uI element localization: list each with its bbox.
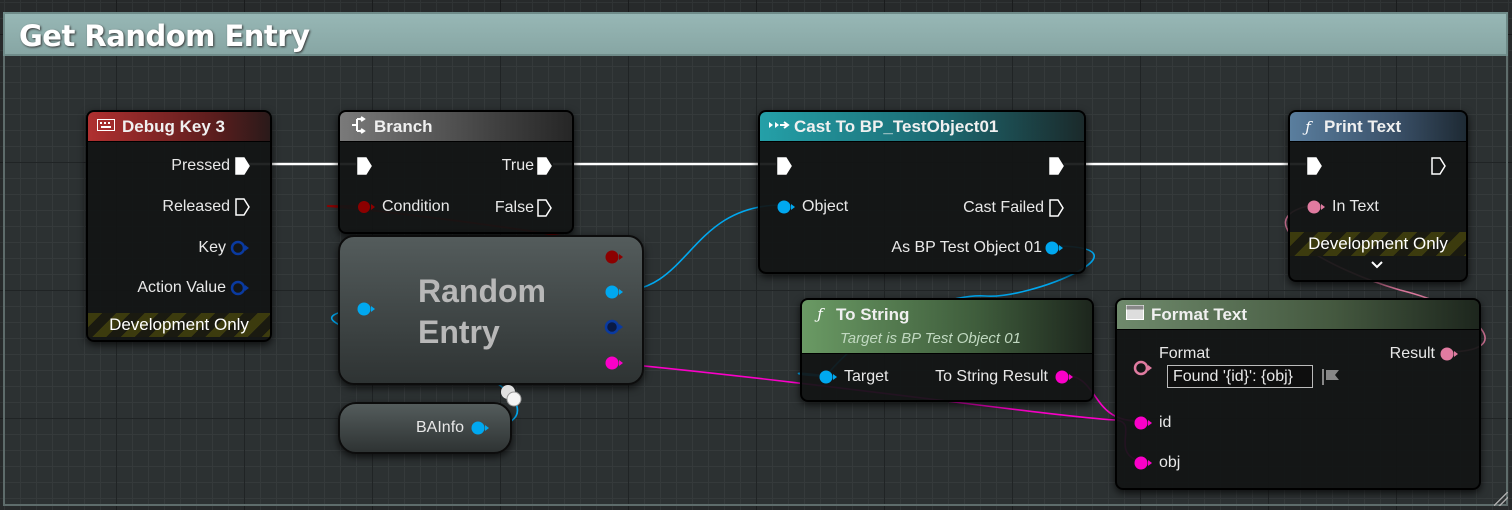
node-to-string-title: To String	[836, 305, 910, 324]
string-pin-id[interactable]	[1133, 415, 1153, 431]
node-random-entry-title: Random Entry	[418, 273, 546, 350]
pin-label-obj: obj	[1159, 454, 1181, 471]
node-cast-title: Cast To BP_TestObject01	[794, 116, 999, 136]
exec-pin-cast-out[interactable]	[1048, 157, 1064, 175]
node-to-string[interactable]: ƒ To String Target is BP Test Object 01 …	[800, 298, 1094, 402]
object-pin-random-out[interactable]	[604, 284, 624, 300]
exec-pin-false[interactable]	[536, 199, 552, 217]
cast-arrow-icon	[768, 118, 790, 135]
exec-pin-print-in[interactable]	[1306, 157, 1322, 175]
text-pin-format[interactable]	[1133, 360, 1155, 376]
pin-label-as-bp-test-object: As BP Test Object 01	[891, 239, 1042, 256]
pin-label-object: Object	[802, 198, 849, 215]
exec-pin-cast-in[interactable]	[776, 157, 792, 175]
node-branch-header[interactable]: Branch	[340, 112, 572, 142]
pin-label-to-string-result: To String Result	[935, 368, 1048, 385]
development-only-banner: Development Only	[1290, 232, 1466, 256]
pin-label-key: Key	[198, 239, 226, 256]
node-cast[interactable]: Cast To BP_TestObject01 Object Cast Fail…	[758, 110, 1086, 274]
string-pin-random-out[interactable]	[604, 355, 624, 371]
exec-pin-true[interactable]	[536, 157, 552, 175]
pin-label-id: id	[1159, 414, 1172, 431]
object-pin-as-bp-test-object[interactable]	[1044, 240, 1064, 256]
node-debug-key-title: Debug Key 3	[122, 116, 225, 136]
struct-pin-random-out[interactable]	[604, 319, 624, 335]
chevron-down-icon[interactable]	[1370, 260, 1384, 270]
struct-pin-action-value[interactable]	[230, 280, 250, 296]
blueprint-graph-canvas[interactable]: Get Random Entry Debug Key 3 Pressed Rel…	[0, 0, 1512, 510]
node-to-string-subtitle: Target is BP Test Object 01	[840, 330, 1021, 347]
object-pin-to-string-target[interactable]	[818, 369, 838, 385]
node-format-text-title: Format Text	[1151, 304, 1248, 324]
function-icon: ƒ	[1305, 117, 1311, 136]
function-icon: ƒ	[817, 305, 823, 323]
struct-pin-key[interactable]	[230, 240, 250, 256]
reroute-knot-icon[interactable]	[498, 382, 526, 410]
node-print-text[interactable]: ƒ Print Text In Text Development Only	[1288, 110, 1468, 282]
object-pin-cast-object[interactable]	[776, 199, 796, 215]
comment-resize-grip[interactable]	[1494, 492, 1508, 506]
keyboard-icon	[96, 118, 116, 135]
node-branch[interactable]: Branch True Condition False	[338, 110, 574, 234]
pin-label-cast-failed: Cast Failed	[963, 199, 1044, 216]
node-cast-header[interactable]: Cast To BP_TestObject01	[760, 112, 1084, 142]
pin-label-released: Released	[162, 198, 230, 215]
pin-label-condition: Condition	[382, 198, 450, 215]
pin-label-false: False	[494, 199, 534, 216]
text-pin-result[interactable]	[1439, 346, 1459, 362]
string-pin-to-string-result[interactable]	[1054, 369, 1074, 385]
node-bainfo-getter[interactable]: BAInfo	[338, 402, 512, 454]
localization-flag-icon[interactable]	[1321, 368, 1341, 386]
exec-pin-print-out[interactable]	[1430, 157, 1446, 175]
format-text-value: Found '{id}': {obj}	[1173, 368, 1293, 385]
node-print-text-header[interactable]: ƒ Print Text	[1290, 112, 1466, 142]
exec-pin-released[interactable]	[234, 198, 250, 216]
exec-pin-pressed[interactable]	[234, 157, 250, 175]
format-text-icon	[1125, 305, 1145, 324]
object-pin-bainfo[interactable]	[470, 420, 490, 436]
node-format-text[interactable]: Format Text Format Found '{id}': {obj} R…	[1115, 298, 1481, 490]
node-print-text-title: Print Text	[1324, 116, 1402, 136]
format-text-input[interactable]: Found '{id}': {obj}	[1167, 365, 1313, 388]
pin-label-format: Format	[1159, 345, 1210, 362]
pin-label-result: Result	[1389, 345, 1435, 362]
pin-label-action-value: Action Value	[137, 279, 226, 296]
node-format-text-header[interactable]: Format Text	[1117, 300, 1479, 330]
branch-icon	[348, 115, 368, 138]
node-branch-title: Branch	[374, 116, 433, 136]
pin-label-target: Target	[844, 368, 889, 385]
text-pin-in-text[interactable]	[1306, 199, 1326, 215]
exec-pin-cast-failed[interactable]	[1048, 199, 1064, 217]
exec-pin-branch-in[interactable]	[356, 157, 372, 175]
bool-pin-random-out[interactable]	[604, 249, 624, 265]
variable-label-bainfo: BAInfo	[416, 419, 465, 436]
node-debug-key-header[interactable]: Debug Key 3	[88, 112, 270, 142]
node-random-entry[interactable]: Random Entry	[338, 235, 644, 385]
pin-label-pressed: Pressed	[171, 157, 230, 174]
object-pin-random-in[interactable]	[356, 301, 376, 317]
development-only-banner: Development Only	[88, 313, 270, 337]
node-debug-key[interactable]: Debug Key 3 Pressed Released Key Action …	[86, 110, 272, 342]
bool-pin-condition[interactable]	[356, 199, 376, 215]
pin-label-true: True	[501, 157, 534, 174]
string-pin-obj[interactable]	[1133, 455, 1153, 471]
pin-label-in-text: In Text	[1332, 198, 1379, 215]
